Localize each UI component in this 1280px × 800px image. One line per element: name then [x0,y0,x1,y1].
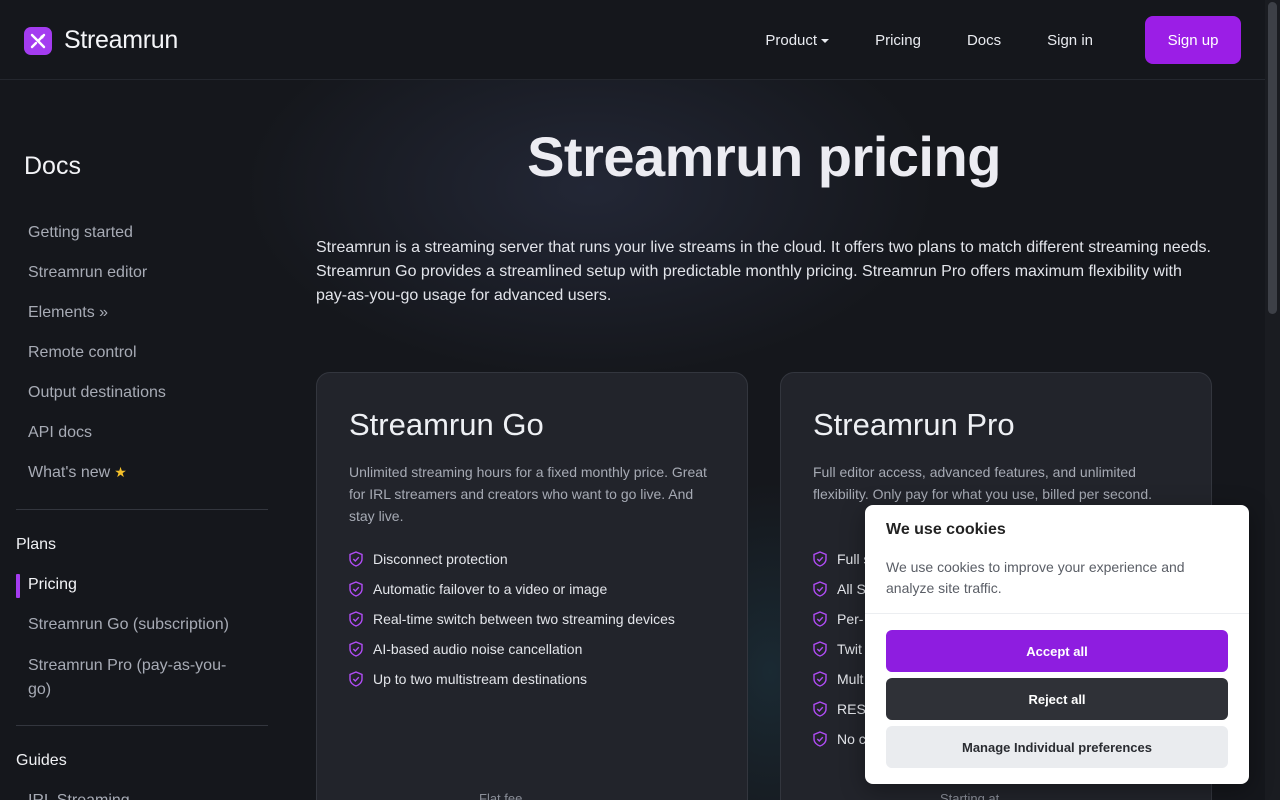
sidebar-item-streamrun-pro-line2: go) [28,681,52,698]
feature-text: AI-based audio noise cancellation [373,641,583,657]
feature-text: Up to two multistream destinations [373,671,587,687]
main-nav: Product Pricing Docs Sign in Sign up [719,16,1241,64]
sidebar-divider [16,509,268,510]
plan-title: Streamrun Go [349,407,544,442]
plan-price-label: Starting at [940,791,1000,800]
feature-text: All S [837,581,866,597]
nav-product[interactable]: Product [765,31,830,49]
scrollbar-thumb[interactable] [1268,2,1277,314]
sidebar-title: Docs [24,152,81,180]
cookie-title: We use cookies [886,521,1006,538]
active-indicator [16,574,20,598]
shield-check-icon [813,641,827,657]
shield-check-icon [349,551,363,567]
feature-item: Automatic failover to a video or image [349,579,607,599]
page-title: Streamrun pricing [527,125,1001,188]
sidebar-item-output-destinations[interactable]: Output destinations [28,384,166,402]
shield-check-icon [349,581,363,597]
feature-text: Disconnect protection [373,551,508,567]
sidebar-item-remote-control[interactable]: Remote control [28,344,137,362]
sidebar-group-plans: Plans [16,536,57,553]
chevron-down-icon [821,39,830,43]
star-icon: ★ [114,464,127,480]
feature-text: Automatic failover to a video or image [373,581,608,597]
sidebar-group-guides: Guides [16,752,67,769]
plan-title: Streamrun Pro [813,407,1015,442]
accept-all-button[interactable]: Accept all [886,630,1228,672]
reject-all-button[interactable]: Reject all [886,678,1228,720]
feature-item: Per- [813,609,863,629]
feature-item: No c [813,729,866,749]
feature-item: Up to two multistream destinations [349,669,587,689]
sidebar-item-whats-new[interactable]: What's new ★ [28,464,127,482]
sidebar-item-elements[interactable]: Elements » [28,304,108,322]
manage-preferences-button[interactable]: Manage Individual preferences [886,726,1228,768]
shield-check-icon [813,581,827,597]
sidebar-item-irl-streaming[interactable]: IRL Streaming [28,792,130,800]
plan-description: Unlimited streaming hours for a fixed mo… [349,464,707,524]
nav-docs[interactable]: Docs [967,32,1001,49]
sidebar-item-api-docs[interactable]: API docs [28,424,92,442]
intro-paragraph: Streamrun is a streaming server that run… [316,239,1211,304]
cookie-divider [865,613,1249,614]
cookie-consent-dialog: We use cookies We use cookies to improve… [865,505,1249,784]
shield-check-icon [813,551,827,567]
shield-check-icon [349,611,363,627]
feature-text: Mult [837,671,864,687]
shield-check-icon [813,731,827,747]
shield-check-icon [349,671,363,687]
sidebar-item-streamrun-pro[interactable]: Streamrun Pro (pay-as-you- go) [28,654,226,702]
plan-description: Full editor access, advanced features, a… [813,464,1153,502]
shield-check-icon [813,701,827,717]
sidebar-item-pricing[interactable]: Pricing [28,576,77,594]
feature-text: Twit [837,641,862,657]
sidebar-item-streamrun-go[interactable]: Streamrun Go (subscription) [28,616,229,634]
sidebar-item-whats-new-label: What's new [28,464,111,481]
nav-product-label: Product [765,31,818,49]
shield-check-icon [813,611,827,627]
plan-price-label: Flat fee [479,791,523,800]
hero-glow [240,60,940,380]
feature-text: Per- [837,611,864,627]
streamrun-logo-icon [24,26,52,55]
sidebar-divider [16,725,268,726]
sidebar-item-editor[interactable]: Streamrun editor [28,264,147,282]
feature-item: All S [813,579,866,599]
nav-pricing[interactable]: Pricing [875,32,921,49]
feature-item: Real-time switch between two streaming d… [349,609,675,629]
plan-card-go: Streamrun Go Unlimited streaming hours f… [316,372,748,800]
sidebar-item-streamrun-pro-line1: Streamrun Pro (pay-as-you- [28,657,227,674]
signup-button[interactable]: Sign up [1145,16,1241,64]
sidebar-item-getting-started[interactable]: Getting started [28,224,133,242]
feature-item: Disconnect protection [349,549,508,569]
shield-check-icon [813,671,827,687]
feature-item: Full s [813,549,870,569]
cookie-description: We use cookies to improve your experienc… [886,559,1185,596]
brand-name: Streamrun [64,26,179,54]
feature-text: No c [837,731,866,747]
top-navbar: Streamrun Product Pricing Docs Sign in S… [0,0,1265,80]
feature-text: Real-time switch between two streaming d… [373,611,675,627]
scrollbar[interactable] [1265,0,1280,800]
brand[interactable]: Streamrun [24,26,178,55]
shield-check-icon [349,641,363,657]
docs-sidebar: Docs Getting started Streamrun editor El… [0,80,290,800]
feature-item: AI-based audio noise cancellation [349,639,582,659]
feature-item: Mult [813,669,863,689]
feature-item: Twit [813,639,862,659]
nav-signin[interactable]: Sign in [1047,32,1093,49]
